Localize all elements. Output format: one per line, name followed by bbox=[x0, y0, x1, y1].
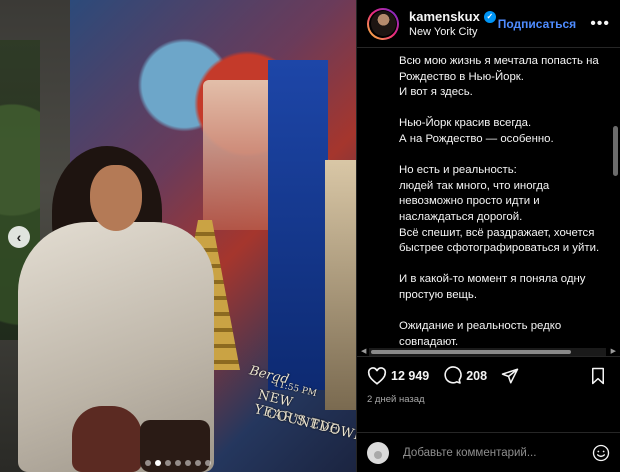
scroll-left-arrow-icon[interactable]: ◀ bbox=[361, 347, 366, 355]
post-sidebar: kamenskux ✓ New York City Подписаться ••… bbox=[356, 0, 620, 472]
caption-paragraph: Всю мою жизнь я мечтала попасть на Рожде… bbox=[399, 55, 599, 99]
bookmark-icon bbox=[592, 367, 604, 384]
follow-button[interactable]: Подписаться bbox=[498, 17, 576, 31]
verified-icon: ✓ bbox=[483, 10, 496, 23]
carousel-dot bbox=[155, 460, 161, 466]
share-button[interactable] bbox=[501, 367, 523, 385]
action-bar: 12 949 208 bbox=[357, 356, 620, 394]
caption-paragraph: Но есть и реальность: людей так много, ч… bbox=[399, 164, 600, 255]
likes-count: 12 949 bbox=[391, 368, 430, 383]
author-info: kamenskux ✓ New York City bbox=[409, 9, 498, 38]
post-photo[interactable]: Bergd 11:55 PM NEW YEAR'S EVE COUNTDOWN … bbox=[0, 0, 356, 472]
carousel-dot bbox=[205, 460, 211, 466]
heart-icon bbox=[367, 366, 387, 385]
carousel-dot bbox=[165, 460, 171, 466]
comment-input[interactable]: Добавьте комментарий... bbox=[403, 447, 592, 459]
more-icon[interactable]: ••• bbox=[590, 15, 610, 33]
caption-paragraph: Нью-Йорк красив всегда. А на Рождество —… bbox=[399, 117, 554, 145]
post-dialog: Bergd 11:55 PM NEW YEAR'S EVE COUNTDOWN … bbox=[0, 0, 620, 472]
carousel-prev-button[interactable]: ‹ bbox=[8, 226, 30, 248]
current-user-avatar bbox=[367, 441, 389, 464]
carousel-dot bbox=[145, 460, 151, 466]
horizontal-scrollbar[interactable]: ◀ ▶ bbox=[361, 348, 616, 356]
comments-count: 208 bbox=[466, 368, 488, 383]
like-button[interactable]: 12 949 bbox=[367, 366, 430, 385]
scroll-right-arrow-icon[interactable]: ▶ bbox=[611, 347, 616, 355]
carousel-dot bbox=[195, 460, 201, 466]
vertical-scrollbar[interactable] bbox=[613, 126, 618, 176]
save-button[interactable] bbox=[590, 367, 610, 385]
comment-button[interactable]: 208 bbox=[443, 366, 487, 385]
emoji-icon[interactable] bbox=[592, 444, 610, 462]
share-icon bbox=[501, 368, 519, 383]
username-link[interactable]: kamenskux bbox=[409, 9, 480, 24]
carousel-dot bbox=[175, 460, 181, 466]
post-timestamp[interactable]: 2 дней назад bbox=[357, 394, 620, 414]
caption-paragraph: И в какой-то момент я поняла одну просту… bbox=[399, 273, 586, 301]
carousel-dots bbox=[0, 460, 356, 466]
caption-text: Всю мою жизнь я мечтала попасть на Рожде… bbox=[357, 48, 620, 356]
carousel-dot bbox=[185, 460, 191, 466]
location-link[interactable]: New York City bbox=[409, 26, 498, 38]
post-header: kamenskux ✓ New York City Подписаться ••… bbox=[357, 0, 620, 48]
caption-scroll-area[interactable]: Всю мою жизнь я мечтала попасть на Рожде… bbox=[357, 48, 620, 356]
scrollbar-thumb[interactable] bbox=[371, 350, 571, 354]
comment-icon bbox=[444, 366, 462, 384]
woman-face bbox=[90, 165, 142, 231]
avatar-image bbox=[370, 11, 396, 36]
blue-column bbox=[268, 60, 328, 390]
avatar[interactable] bbox=[367, 7, 399, 40]
window-sign: Bergd 11:55 PM NEW YEAR'S EVE COUNTDOWN bbox=[235, 360, 356, 460]
comment-box: Добавьте комментарий... bbox=[357, 432, 620, 472]
chevron-left-icon: ‹ bbox=[16, 229, 22, 245]
